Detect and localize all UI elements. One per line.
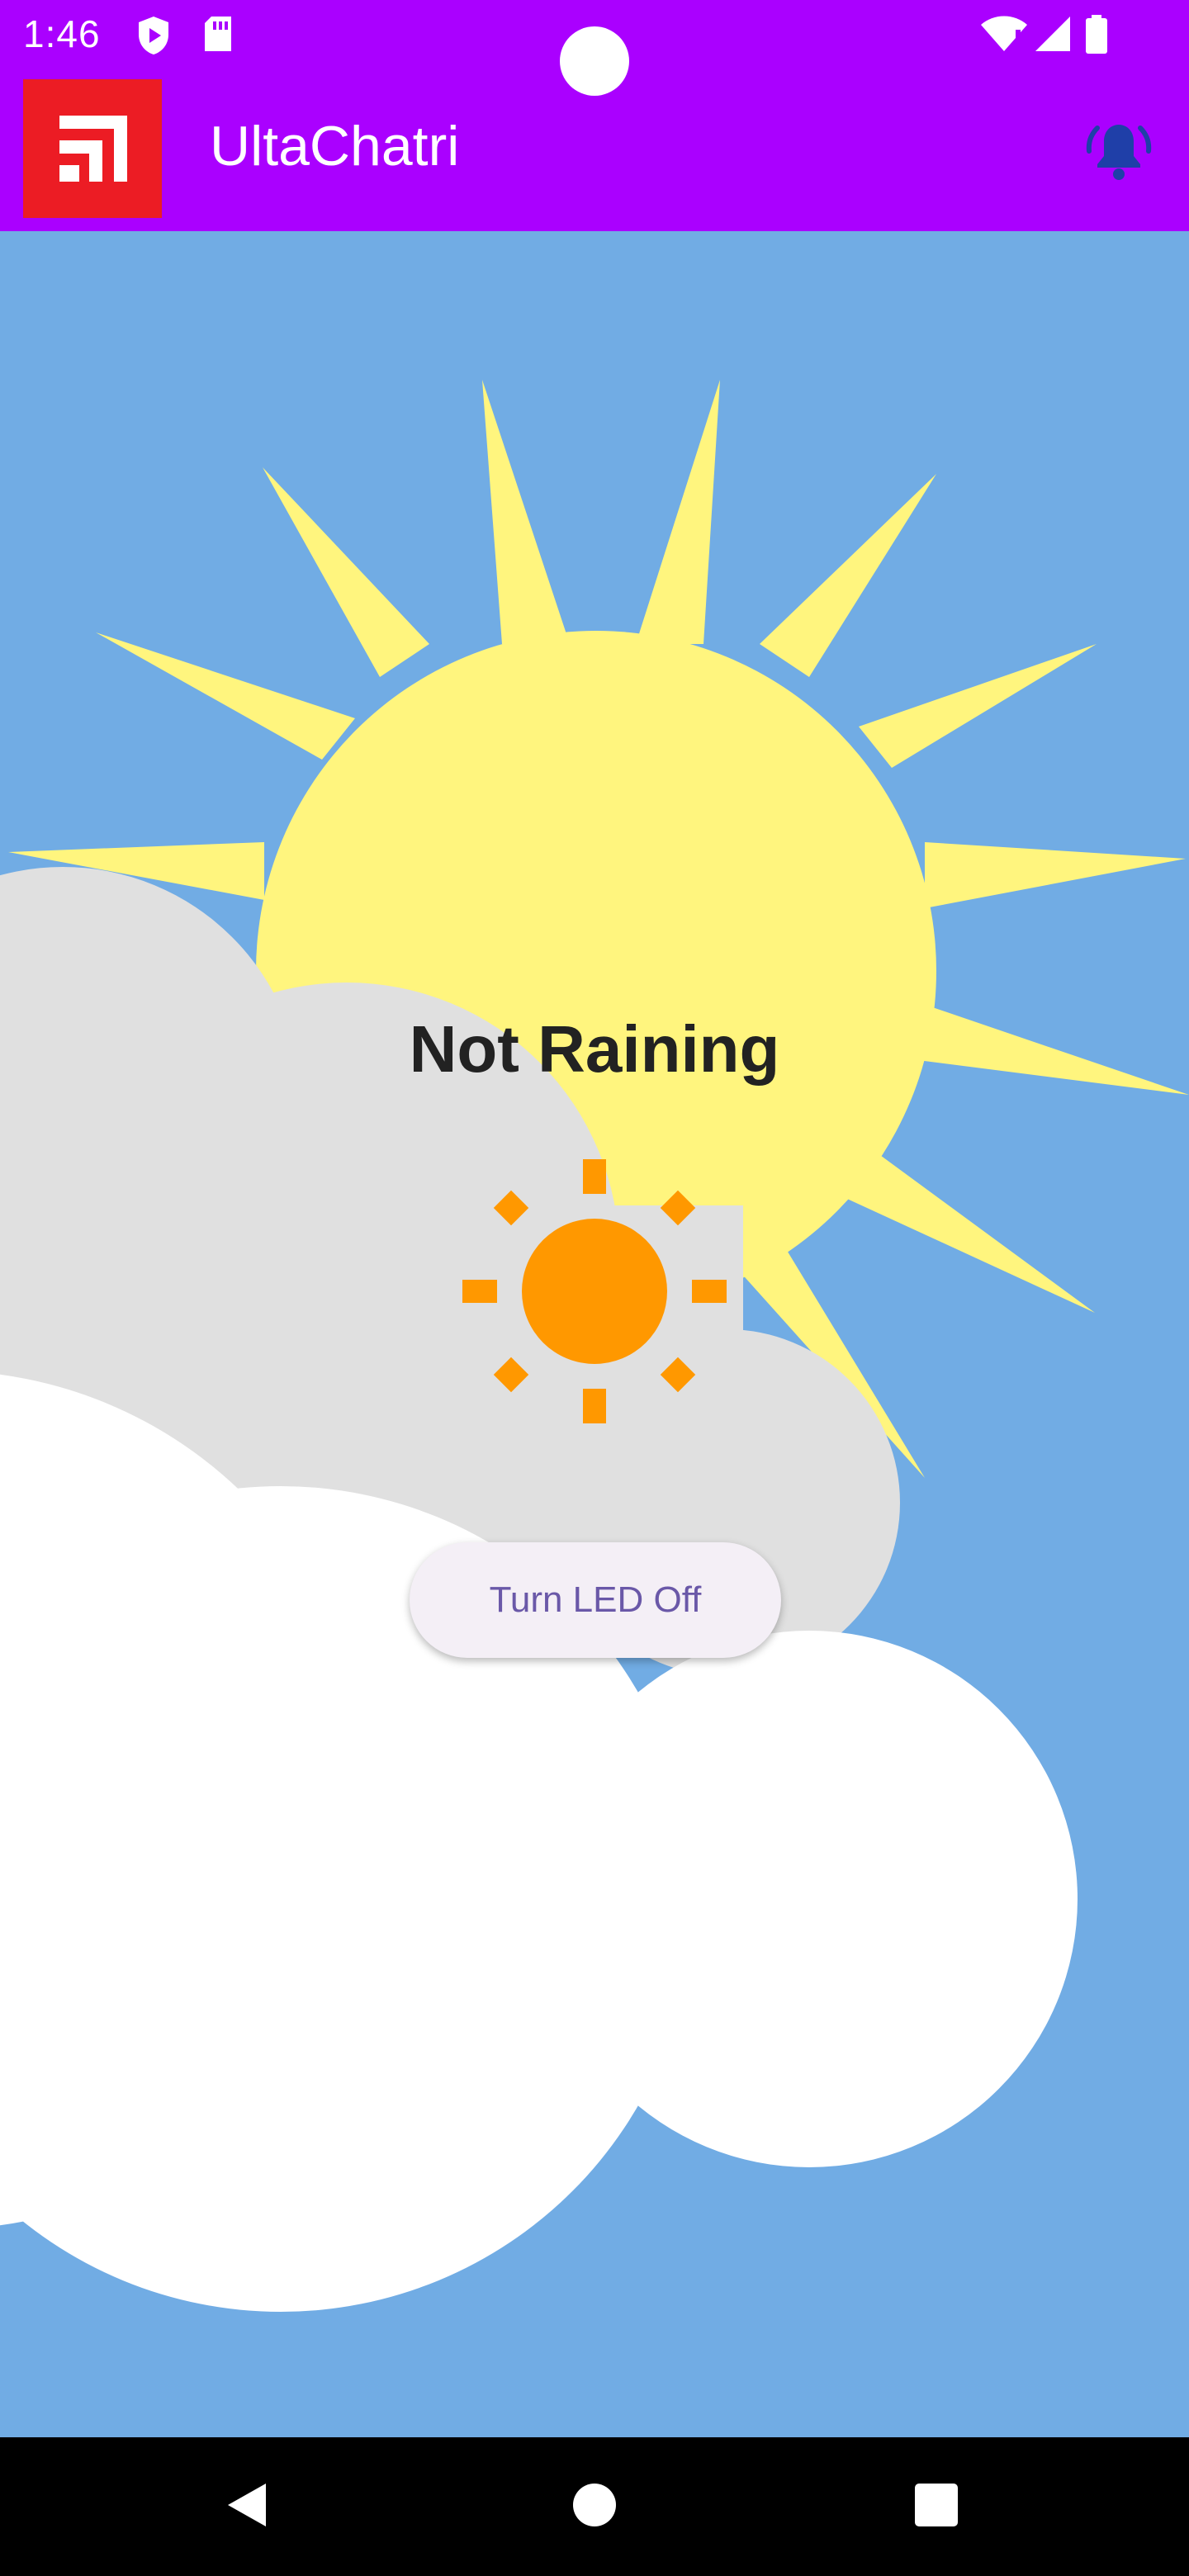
- shield-play-icon: [135, 15, 172, 60]
- wifi-alert-icon: [979, 15, 1029, 57]
- back-icon: [223, 2480, 272, 2534]
- camera-cutout: [560, 26, 629, 96]
- home-icon: [571, 2482, 618, 2532]
- sun-icon: [462, 1159, 727, 1423]
- signal-icon: [1032, 15, 1072, 57]
- back-button[interactable]: [198, 2457, 297, 2556]
- home-button[interactable]: [545, 2457, 644, 2556]
- app-logo: [23, 79, 162, 218]
- app-bar: 1:46 UltaChatri: [0, 0, 1189, 231]
- screen: 1:46 UltaChatri Not Raining Turn LED Off: [0, 0, 1189, 2576]
- bell-ringing-icon: [1086, 118, 1152, 188]
- notifications-button[interactable]: [1073, 107, 1164, 198]
- toggle-led-button[interactable]: Turn LED Off: [410, 1542, 781, 1658]
- battery-icon: [1085, 15, 1108, 59]
- weather-status-text: Not Raining: [409, 1012, 780, 1086]
- status-time: 1:46: [23, 12, 101, 55]
- sd-card-icon: [201, 15, 234, 57]
- app-title: UltaChatri: [210, 115, 460, 178]
- recents-icon: [913, 2482, 959, 2532]
- weather-panel: Not Raining Turn LED Off: [0, 231, 1189, 2437]
- recents-button[interactable]: [887, 2457, 986, 2556]
- navigation-bar: [0, 2437, 1189, 2576]
